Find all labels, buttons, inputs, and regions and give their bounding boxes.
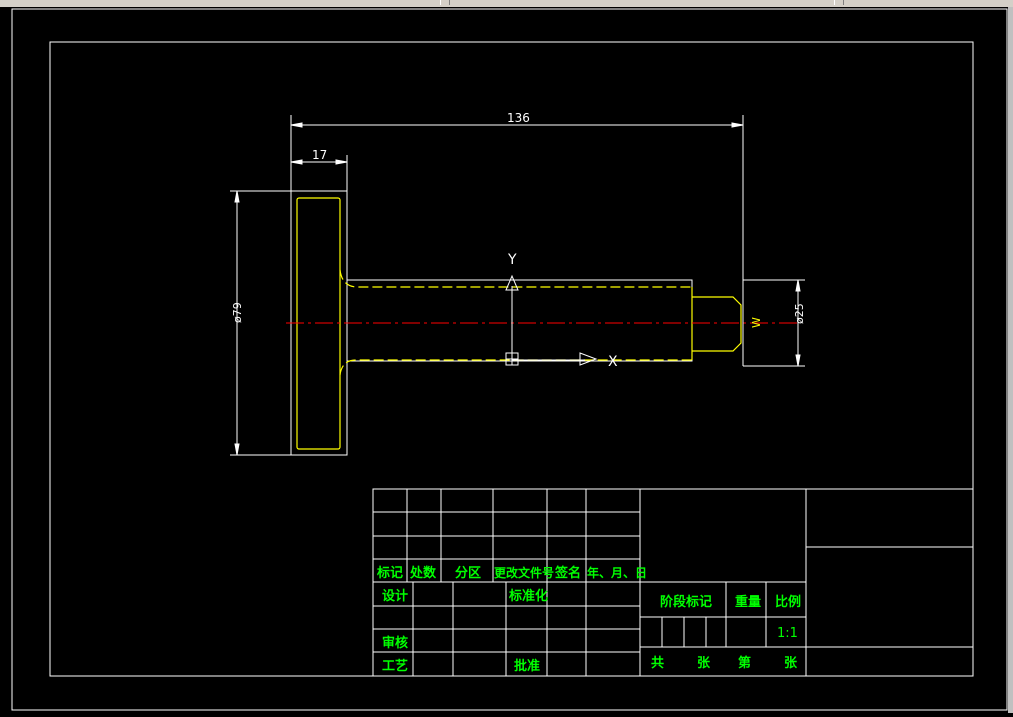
dim-17-arrow-right xyxy=(335,159,348,165)
dim-17-text: 17 xyxy=(312,148,327,162)
drawing-viewport[interactable]: Y X W 136 17 ø79 ø25 标记 处数 分区 更改文件号 签名 年… xyxy=(0,7,1013,713)
label-scale: 比例 xyxy=(775,594,801,610)
titlebar-grip-left[interactable] xyxy=(440,0,450,5)
dim-79-arrow-bottom xyxy=(234,443,240,456)
label-total: 共 xyxy=(651,655,664,671)
shaft-bottom-edge xyxy=(339,359,692,376)
label-sheets-1: 张 xyxy=(697,656,711,671)
header-col-5: 签名 xyxy=(554,565,581,581)
ucs-x-label: X xyxy=(608,354,618,370)
part-outline[interactable] xyxy=(286,190,800,456)
label-review: 审核 xyxy=(382,635,408,651)
dim-136-text: 136 xyxy=(507,111,530,125)
vertical-scrollbar[interactable] xyxy=(1008,7,1013,713)
header-col-6: 年、月、日 xyxy=(587,565,647,580)
ucs-icon: Y X xyxy=(505,252,618,370)
dimensions[interactable] xyxy=(230,115,805,456)
dim-25-arrow-top xyxy=(795,279,801,292)
label-process: 工艺 xyxy=(382,658,408,674)
dim-17-arrow-left xyxy=(290,159,303,165)
header-col-3: 分区 xyxy=(455,565,481,581)
w-label: W xyxy=(750,317,763,328)
dim-25-arrow-bottom xyxy=(795,354,801,367)
shaft-outline xyxy=(347,279,693,362)
label-stage-mark: 阶段标记 xyxy=(660,594,712,610)
label-weight: 重量 xyxy=(735,594,761,610)
label-standardize: 标准化 xyxy=(508,588,548,604)
title-block[interactable] xyxy=(372,488,974,677)
scale-value: 1:1 xyxy=(777,626,798,641)
header-col-4: 更改文件号 xyxy=(494,565,554,580)
label-design: 设计 xyxy=(382,588,408,604)
header-col-1: 标记 xyxy=(376,565,403,581)
dim-79-text: ø79 xyxy=(231,302,244,323)
label-approve: 批准 xyxy=(514,658,540,674)
label-sheet-no: 第 xyxy=(738,655,751,671)
ucs-y-label: Y xyxy=(507,252,517,268)
title-block-text: 标记 处数 分区 更改文件号 签名 年、月、日 设计 标准化 审核 工艺 批准 … xyxy=(376,565,801,674)
dim-79-arrow-top xyxy=(234,190,240,203)
label-sheets-2: 张 xyxy=(784,656,798,671)
dim-136-arrow-right xyxy=(731,122,744,128)
dim-136-arrow-left xyxy=(290,122,303,128)
titlebar-grip-right[interactable] xyxy=(834,0,844,5)
shaft-tip xyxy=(692,296,742,352)
header-col-2: 处数 xyxy=(409,565,437,581)
dim-25-text: ø25 xyxy=(793,303,806,324)
cad-drawing[interactable]: Y X W 136 17 ø79 ø25 标记 处数 分区 更改文件号 签名 年… xyxy=(0,7,1013,713)
